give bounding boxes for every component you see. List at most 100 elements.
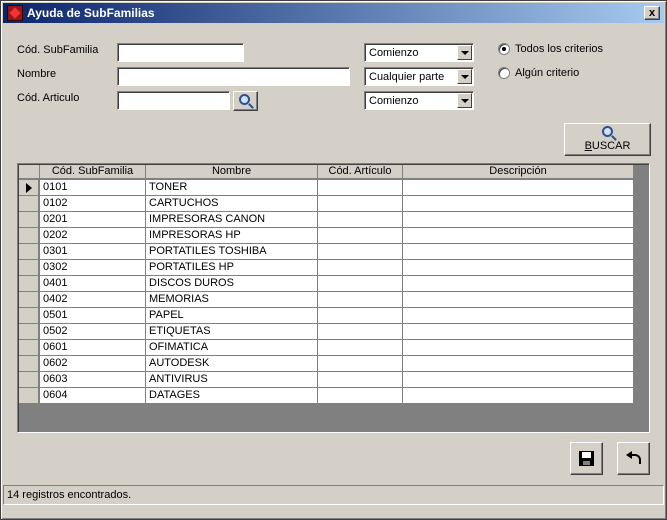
- row-selector[interactable]: [19, 244, 39, 260]
- row-selector[interactable]: [19, 356, 39, 372]
- table-row[interactable]: 0602 AUTODESK: [19, 356, 649, 372]
- nombre-input[interactable]: [117, 67, 350, 86]
- row-selector[interactable]: [19, 388, 39, 404]
- cell-descripcion[interactable]: [403, 212, 634, 228]
- cell-descripcion[interactable]: [403, 308, 634, 324]
- cell-cod-subfamilia[interactable]: 0604: [40, 388, 146, 404]
- table-row[interactable]: 0501 PAPEL: [19, 308, 649, 324]
- row-selector[interactable]: [19, 212, 39, 228]
- cell-cod-articulo[interactable]: [318, 388, 403, 404]
- cell-descripcion[interactable]: [403, 196, 634, 212]
- cell-cod-articulo[interactable]: [318, 356, 403, 372]
- row-selector[interactable]: [19, 196, 39, 212]
- table-row[interactable]: 0202 IMPRESORAS HP: [19, 228, 649, 244]
- cell-descripcion[interactable]: [403, 324, 634, 340]
- row-selector[interactable]: [19, 228, 39, 244]
- cell-nombre[interactable]: CARTUCHOS: [146, 196, 318, 212]
- cell-nombre[interactable]: PAPEL: [146, 308, 318, 324]
- cell-cod-subfamilia[interactable]: 0502: [40, 324, 146, 340]
- cell-descripcion[interactable]: [403, 228, 634, 244]
- table-row[interactable]: 0601 OFIMATICA: [19, 340, 649, 356]
- chevron-down-icon[interactable]: [457, 69, 472, 84]
- cell-cod-subfamilia[interactable]: 0603: [40, 372, 146, 388]
- cell-nombre[interactable]: PORTATILES TOSHIBA: [146, 244, 318, 260]
- cell-cod-subfamilia[interactable]: 0101: [40, 180, 146, 196]
- cell-descripcion[interactable]: [403, 260, 634, 276]
- cell-descripcion[interactable]: [403, 356, 634, 372]
- results-grid[interactable]: Cód. SubFamilia Nombre Cód. Artículo Des…: [17, 163, 650, 433]
- cell-descripcion[interactable]: [403, 244, 634, 260]
- search-articulo-button[interactable]: [233, 91, 258, 111]
- cod-articulo-match-select[interactable]: Comienzo: [364, 91, 474, 110]
- cell-cod-subfamilia[interactable]: 0202: [40, 228, 146, 244]
- table-row[interactable]: 0401 DISCOS DUROS: [19, 276, 649, 292]
- chevron-down-icon[interactable]: [457, 45, 472, 60]
- cell-nombre[interactable]: DATAGES: [146, 388, 318, 404]
- cell-nombre[interactable]: PORTATILES HP: [146, 260, 318, 276]
- row-selector[interactable]: [19, 260, 39, 276]
- table-row[interactable]: 0101 TONER: [19, 180, 649, 196]
- cell-descripcion[interactable]: [403, 372, 634, 388]
- table-row[interactable]: 0603 ANTIVIRUS: [19, 372, 649, 388]
- cell-nombre[interactable]: AUTODESK: [146, 356, 318, 372]
- cell-descripcion[interactable]: [403, 340, 634, 356]
- cell-cod-articulo[interactable]: [318, 372, 403, 388]
- cell-cod-subfamilia[interactable]: 0501: [40, 308, 146, 324]
- cell-cod-articulo[interactable]: [318, 292, 403, 308]
- cell-cod-articulo[interactable]: [318, 340, 403, 356]
- cell-cod-articulo[interactable]: [318, 324, 403, 340]
- cell-cod-articulo[interactable]: [318, 276, 403, 292]
- cell-descripcion[interactable]: [403, 276, 634, 292]
- undo-button[interactable]: [617, 442, 650, 475]
- column-header-cod-articulo[interactable]: Cód. Artículo: [318, 165, 403, 179]
- table-row[interactable]: 0102 CARTUCHOS: [19, 196, 649, 212]
- cell-nombre[interactable]: IMPRESORAS HP: [146, 228, 318, 244]
- cell-cod-articulo[interactable]: [318, 212, 403, 228]
- radio-todos-indicator[interactable]: [498, 43, 510, 55]
- cell-cod-subfamilia[interactable]: 0401: [40, 276, 146, 292]
- current-row-indicator-icon[interactable]: [19, 180, 39, 196]
- cod-subfamilia-input[interactable]: [117, 43, 244, 62]
- column-header-descripcion[interactable]: Descripción: [403, 165, 634, 179]
- table-row[interactable]: 0604 DATAGES: [19, 388, 649, 404]
- table-row[interactable]: 0302 PORTATILES HP: [19, 260, 649, 276]
- cell-cod-articulo[interactable]: [318, 180, 403, 196]
- table-row[interactable]: 0301 PORTATILES TOSHIBA: [19, 244, 649, 260]
- cell-cod-articulo[interactable]: [318, 260, 403, 276]
- close-button[interactable]: x: [644, 6, 660, 20]
- cell-cod-subfamilia[interactable]: 0301: [40, 244, 146, 260]
- table-row[interactable]: 0502 ETIQUETAS: [19, 324, 649, 340]
- column-header-nombre[interactable]: Nombre: [146, 165, 318, 179]
- buscar-button[interactable]: BUSCAR: [564, 123, 651, 156]
- cell-descripcion[interactable]: [403, 180, 634, 196]
- title-bar[interactable]: Ayuda de SubFamilias x: [3, 3, 664, 23]
- column-header-cod-subfamilia[interactable]: Cód. SubFamilia: [40, 165, 146, 179]
- cell-nombre[interactable]: MEMORIAS: [146, 292, 318, 308]
- cod-articulo-input[interactable]: [117, 91, 230, 110]
- cell-cod-subfamilia[interactable]: 0601: [40, 340, 146, 356]
- cell-cod-articulo[interactable]: [318, 196, 403, 212]
- chevron-down-icon[interactable]: [457, 93, 472, 108]
- cell-nombre[interactable]: IMPRESORAS CANON: [146, 212, 318, 228]
- save-button[interactable]: [570, 442, 603, 475]
- table-row[interactable]: 0402 MEMORIAS: [19, 292, 649, 308]
- cell-cod-subfamilia[interactable]: 0602: [40, 356, 146, 372]
- row-selector[interactable]: [19, 308, 39, 324]
- cell-cod-subfamilia[interactable]: 0201: [40, 212, 146, 228]
- cell-cod-subfamilia[interactable]: 0402: [40, 292, 146, 308]
- table-row[interactable]: 0201 IMPRESORAS CANON: [19, 212, 649, 228]
- cell-cod-articulo[interactable]: [318, 308, 403, 324]
- cell-descripcion[interactable]: [403, 388, 634, 404]
- cell-descripcion[interactable]: [403, 292, 634, 308]
- row-selector[interactable]: [19, 372, 39, 388]
- cell-cod-articulo[interactable]: [318, 244, 403, 260]
- row-selector[interactable]: [19, 340, 39, 356]
- cell-nombre[interactable]: ETIQUETAS: [146, 324, 318, 340]
- cell-cod-articulo[interactable]: [318, 228, 403, 244]
- cell-cod-subfamilia[interactable]: 0302: [40, 260, 146, 276]
- row-selector[interactable]: [19, 324, 39, 340]
- nombre-match-select[interactable]: Cualquier parte: [364, 67, 474, 86]
- radio-algun-indicator[interactable]: [498, 67, 510, 79]
- cell-nombre[interactable]: TONER: [146, 180, 318, 196]
- row-selector[interactable]: [19, 292, 39, 308]
